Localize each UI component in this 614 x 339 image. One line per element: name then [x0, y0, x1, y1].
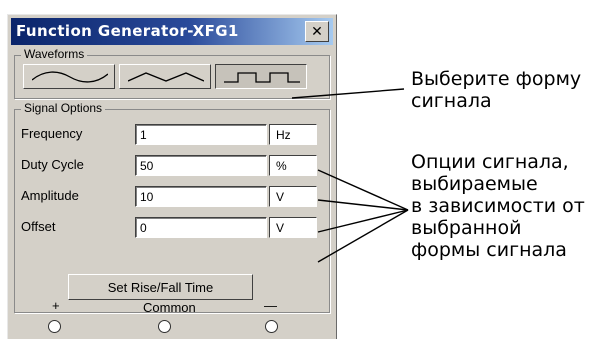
waveform-pointer-line: [291, 88, 405, 99]
options-annotation-line: формы сигнала: [411, 239, 567, 261]
frequency-pointer-line: [317, 169, 409, 211]
amplitude-pointer-line: [317, 209, 409, 233]
options-annotation-line: выбираемые: [411, 173, 538, 195]
waveform-annotation-line: сигнала: [411, 90, 492, 112]
waveform-annotation-line: Выберите форму: [411, 68, 582, 90]
offset-pointer-line: [317, 209, 409, 263]
waveform-annotation: Выберите форму сигнала: [411, 68, 581, 112]
options-annotation-line: выбранной: [411, 217, 522, 239]
options-annotation-line: в зависимости от: [411, 195, 585, 217]
duty-cycle-pointer-line: [317, 199, 409, 211]
options-annotation: Опции сигнала, выбираемые в зависимости …: [411, 151, 585, 261]
options-annotation-line: Опции сигнала,: [411, 151, 569, 173]
